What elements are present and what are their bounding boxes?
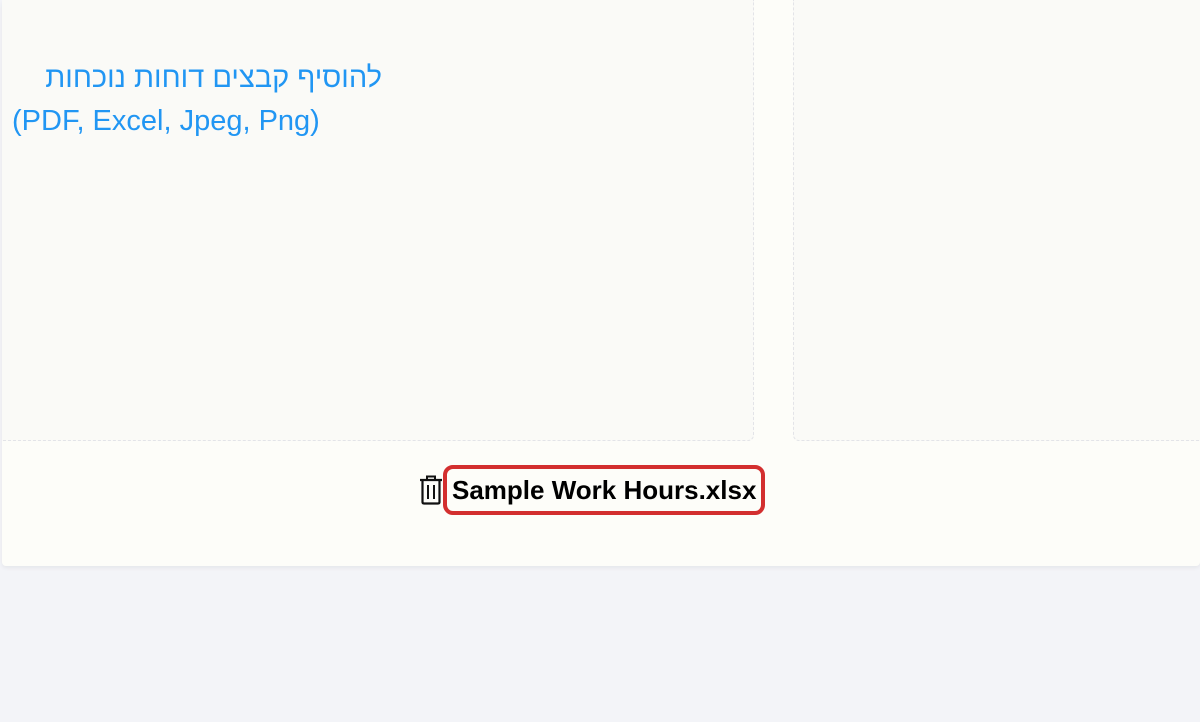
trash-icon[interactable]	[419, 475, 443, 505]
secondary-drop-zone[interactable]	[793, 0, 1200, 441]
allowed-file-types: (PDF, Excel, Jpeg, Png)	[12, 105, 320, 137]
file-drop-zone[interactable]: להוסיף קבצים דוחות נוכחות (PDF, Excel, J…	[2, 0, 754, 441]
upload-card: להוסיף קבצים דוחות נוכחות (PDF, Excel, J…	[2, 0, 1200, 566]
uploaded-file-item: Sample Work Hours.xlsx	[419, 465, 766, 515]
upload-instructions: להוסיף קבצים דוחות נוכחות	[45, 62, 382, 94]
file-name-link[interactable]: Sample Work Hours.xlsx	[443, 465, 766, 515]
